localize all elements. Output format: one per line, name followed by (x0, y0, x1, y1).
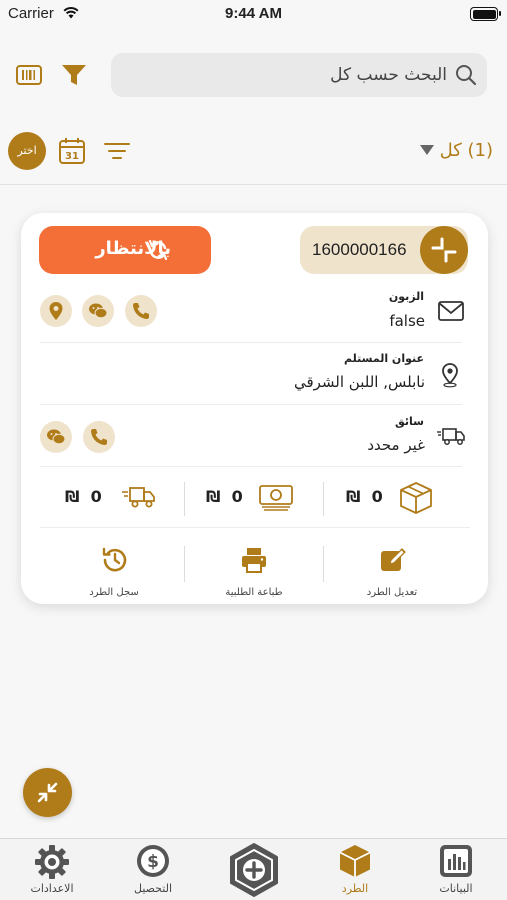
barcode-icon[interactable] (16, 64, 42, 86)
history-label: سجل الطرد (89, 587, 139, 598)
tab-collection[interactable]: $ التحصيل (113, 840, 193, 898)
driver-value: غير محدد (367, 436, 425, 454)
divider (40, 527, 470, 528)
wechat-icon (47, 429, 66, 445)
divider (40, 404, 462, 405)
address-label: عنوان المستلم (344, 352, 424, 365)
parcel-value-stat: ₪ 0 (346, 482, 446, 514)
caret-down-icon[interactable] (419, 143, 435, 157)
collapse-parcel-icon[interactable] (420, 226, 468, 274)
print-order-button[interactable]: طباعة الطلبية (212, 543, 296, 601)
phone-icon (91, 429, 107, 445)
phone-icon (133, 303, 149, 319)
svg-text:$: $ (147, 852, 159, 872)
printer-icon (242, 548, 266, 573)
svg-text:31: 31 (65, 151, 79, 162)
edit-parcel-button[interactable]: تعديل الطرد (350, 543, 434, 601)
divider (40, 466, 462, 467)
location-button[interactable] (40, 295, 72, 327)
delivery-truck-icon (122, 487, 155, 508)
divider (0, 184, 507, 185)
call-driver-button[interactable] (83, 421, 115, 453)
box-icon (339, 845, 371, 877)
search-icon (456, 65, 477, 86)
tab-data-label: البيانات (439, 882, 473, 895)
filter-count-dropdown[interactable]: (1) كل (440, 140, 493, 161)
tab-collection-label: التحصيل (133, 882, 173, 895)
customer-label: الزبون (388, 290, 424, 303)
add-hexagon-icon (230, 843, 278, 897)
box-icon (400, 482, 432, 514)
stat-value: 0 (90, 487, 102, 506)
call-customer-button[interactable] (125, 295, 157, 327)
edit-label: تعديل الطرد (366, 587, 418, 598)
divider (323, 482, 324, 516)
refresh-icon (148, 239, 168, 261)
shrink-arrows-icon (37, 782, 58, 803)
edit-icon (381, 548, 406, 571)
shipping-fee-stat: ₪ 0 (65, 487, 175, 511)
filter-icon[interactable] (60, 62, 88, 88)
tab-settings-label: الاعدادات (30, 882, 74, 895)
money-icon (259, 485, 293, 511)
gear-icon (35, 845, 69, 879)
search-input[interactable]: البحث حسب كل (111, 53, 487, 97)
print-label: طباعة الطلبية (225, 587, 283, 598)
currency-symbol: ₪ (206, 487, 221, 506)
divider (184, 482, 185, 516)
divider (184, 546, 185, 582)
status-badge[interactable]: بالانتظار (39, 226, 211, 274)
sort-icon[interactable] (103, 140, 131, 162)
tab-parcel-label: الطرد (341, 882, 369, 895)
map-pin-icon (442, 363, 458, 388)
tab-data[interactable]: البيانات (416, 840, 496, 898)
divider (323, 546, 324, 582)
bar-chart-icon (440, 845, 472, 877)
parcel-number: 1600000166 (312, 240, 407, 259)
shrink-arrows-icon (431, 237, 457, 263)
currency-symbol: ₪ (346, 487, 361, 506)
address-value: نابلس, اللبن الشرقي (293, 373, 425, 391)
currency-symbol: ₪ (65, 487, 80, 506)
add-parcel-button[interactable] (226, 842, 282, 898)
clock: 9:44 AM (225, 5, 282, 22)
delivery-truck-icon (437, 428, 465, 445)
history-icon (102, 547, 127, 572)
stat-value: 0 (371, 487, 383, 506)
envelope-icon (438, 301, 464, 321)
collapse-all-button[interactable] (23, 768, 72, 817)
calendar-icon[interactable]: 31 (58, 137, 86, 165)
wechat-icon (89, 303, 108, 319)
chat-button[interactable] (82, 295, 114, 327)
dollar-coin-icon: $ (137, 845, 169, 877)
battery-icon (470, 7, 501, 21)
driver-label: سائق (395, 415, 424, 428)
parcel-history-button[interactable]: سجل الطرد (72, 543, 156, 601)
divider (40, 342, 462, 343)
stat-value: 0 (231, 487, 243, 506)
tab-parcel[interactable]: الطرد (315, 840, 395, 898)
tab-settings[interactable]: الاعدادات (12, 840, 92, 898)
choose-button[interactable]: اختر (8, 132, 46, 170)
driver-chat-button[interactable] (40, 421, 72, 453)
customer-value: false (389, 312, 425, 330)
location-pin-icon (49, 302, 63, 320)
search-placeholder: البحث حسب كل (330, 65, 447, 85)
cash-amount-stat: ₪ 0 (206, 485, 306, 511)
